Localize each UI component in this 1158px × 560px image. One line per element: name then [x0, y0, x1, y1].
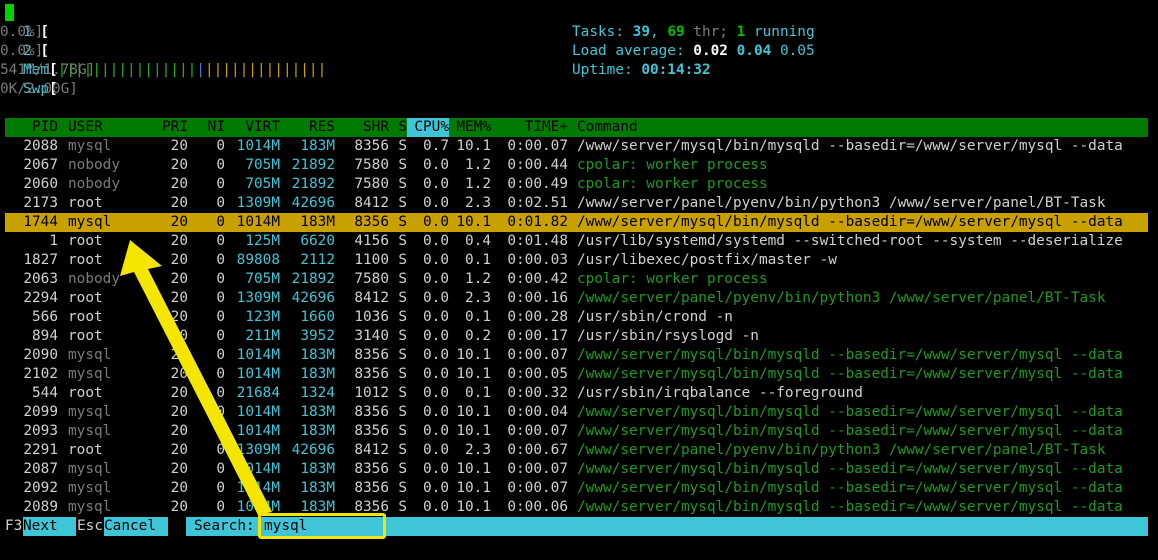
annotation-arrow-icon	[120, 240, 272, 515]
